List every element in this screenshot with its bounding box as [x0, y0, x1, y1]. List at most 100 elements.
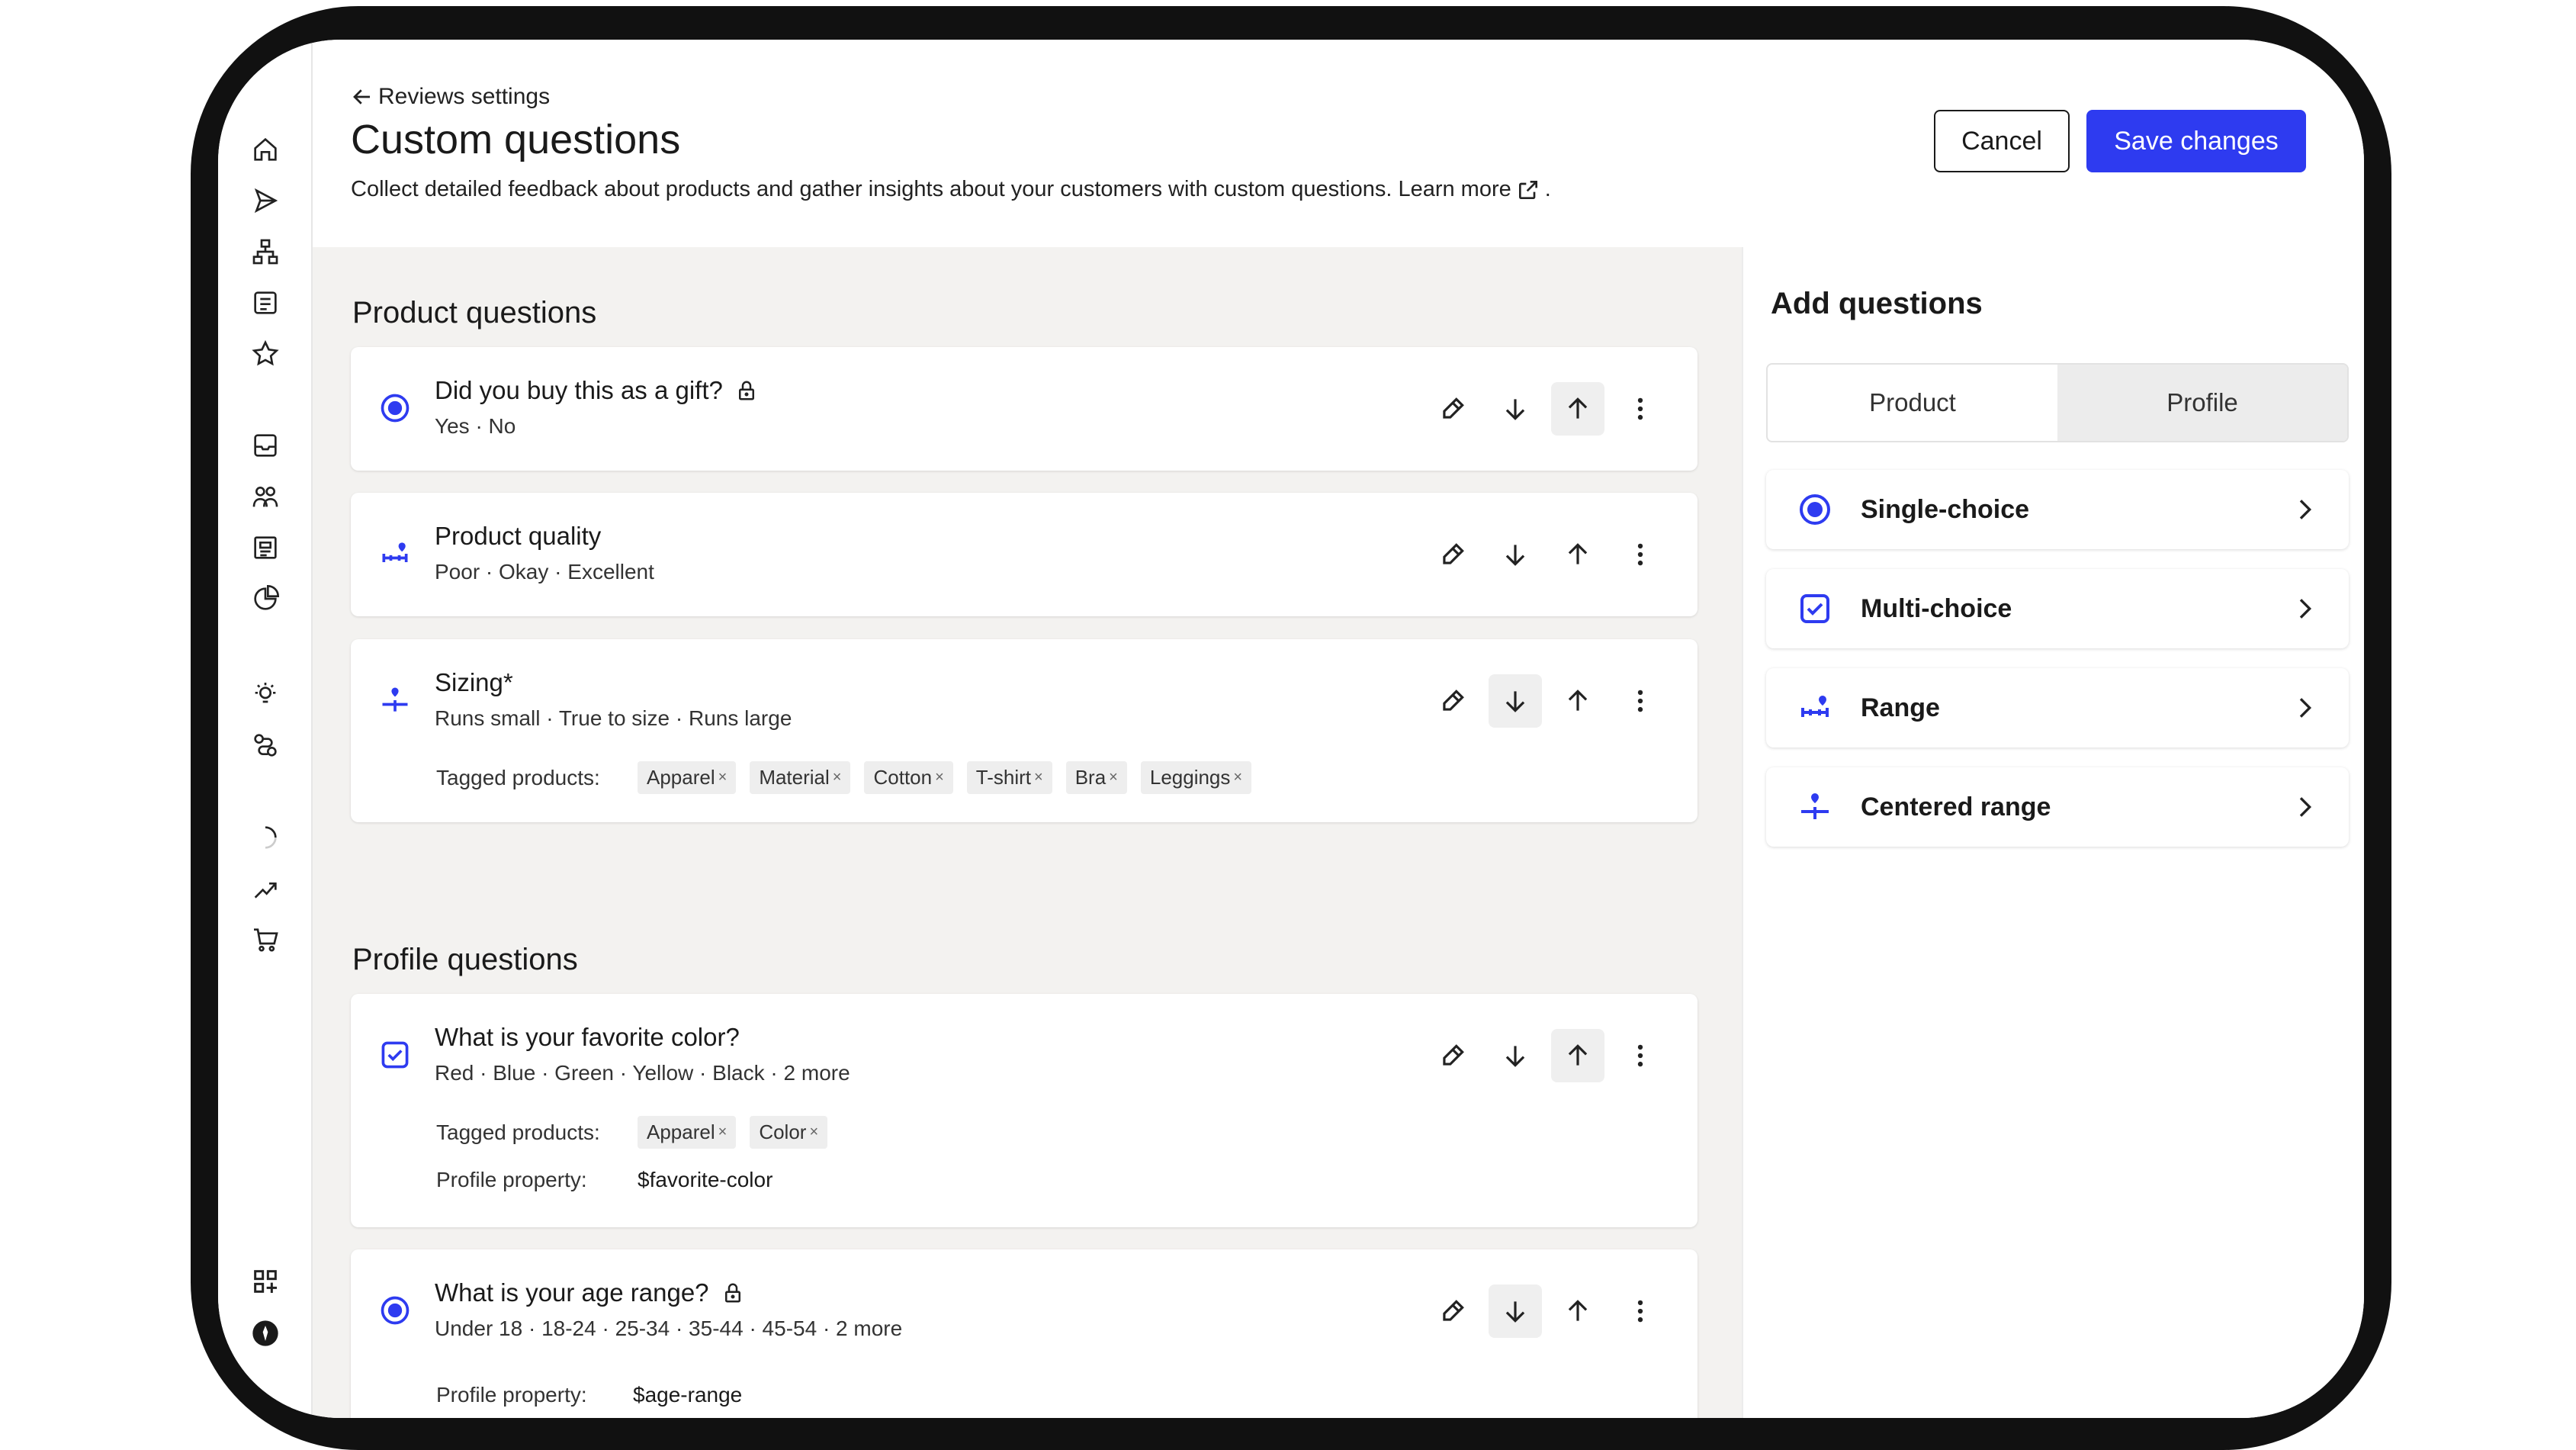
- chevron-right-icon: [2289, 792, 2320, 822]
- tag[interactable]: Cotton ×: [864, 761, 953, 794]
- external-link-icon[interactable]: [1516, 178, 1540, 202]
- arrow-up-icon: [1568, 543, 1588, 564]
- type-label: Range: [1861, 693, 1940, 722]
- remove-tag-icon[interactable]: ×: [935, 769, 944, 786]
- pencil-icon: [1443, 690, 1464, 711]
- edit-button[interactable]: [1426, 674, 1479, 728]
- move-up-button[interactable]: [1551, 674, 1604, 728]
- question-card: Sizing* Runs small · True to size · Runs…: [351, 639, 1698, 822]
- remove-tag-icon[interactable]: ×: [1109, 769, 1118, 786]
- edit-button[interactable]: [1426, 1284, 1479, 1338]
- tag-label: Material: [759, 766, 830, 789]
- more-options-button[interactable]: [1614, 1284, 1667, 1338]
- star-icon[interactable]: [247, 336, 284, 372]
- question-options: Poor · Okay · Excellent: [435, 560, 654, 584]
- remove-tag-icon[interactable]: ×: [718, 769, 728, 786]
- pencil-icon: [1443, 1300, 1464, 1321]
- tag-list: Apparel × Material × Cotton × T-shirt × Bra ×…: [638, 761, 1252, 794]
- inbox-icon[interactable]: [247, 427, 284, 464]
- description-end: .: [1544, 177, 1551, 201]
- more-options-button[interactable]: [1614, 1029, 1667, 1082]
- add-single-choice-button[interactable]: Single-choice: [1766, 470, 2349, 549]
- arrow-down-icon: [1505, 1046, 1525, 1067]
- question-title-text: What is your age range?: [435, 1278, 709, 1307]
- move-up-button[interactable]: [1551, 1284, 1604, 1338]
- move-down-button[interactable]: [1489, 528, 1542, 581]
- question-title: Product quality: [435, 522, 601, 551]
- cancel-button[interactable]: Cancel: [1934, 110, 2070, 172]
- tag-list: Apparel × Color ×: [638, 1116, 828, 1149]
- trend-icon[interactable]: [247, 870, 284, 907]
- analytics-icon[interactable]: [247, 580, 284, 617]
- question-actions: [1426, 528, 1667, 581]
- more-options-button[interactable]: [1614, 674, 1667, 728]
- add-range-button[interactable]: Range: [1766, 668, 2349, 748]
- question-actions: [1426, 1284, 1667, 1338]
- question-title-text: Sizing*: [435, 668, 513, 696]
- add-centered-range-button[interactable]: Centered range: [1766, 767, 2349, 847]
- audience-icon[interactable]: [247, 478, 284, 515]
- move-down-button[interactable]: [1489, 1029, 1542, 1082]
- more-options-button[interactable]: [1614, 382, 1667, 436]
- account-icon[interactable]: [247, 1315, 284, 1352]
- edit-button[interactable]: [1426, 528, 1479, 581]
- tag[interactable]: Apparel ×: [638, 761, 737, 794]
- tag[interactable]: Bra ×: [1065, 761, 1127, 794]
- edit-button[interactable]: [1426, 1029, 1479, 1082]
- remove-tag-icon[interactable]: ×: [1034, 769, 1043, 786]
- question-type-tabs: Product Profile: [1766, 363, 2349, 442]
- move-down-button[interactable]: [1489, 1284, 1542, 1338]
- arrow-down-icon: [1505, 1301, 1525, 1323]
- cart-icon[interactable]: [247, 921, 284, 958]
- chevron-right-icon: [2289, 494, 2320, 525]
- tab-product[interactable]: Product: [1768, 365, 2057, 441]
- question-title-text: Product quality: [435, 522, 602, 550]
- pencil-icon: [1443, 397, 1464, 419]
- page-title: Custom questions: [351, 117, 681, 162]
- radio-icon: [1797, 491, 1833, 528]
- tag[interactable]: T-shirt ×: [966, 761, 1052, 794]
- tag[interactable]: Apparel ×: [638, 1116, 737, 1149]
- save-changes-button[interactable]: Save changes: [2086, 110, 2306, 172]
- chevron-right-icon: [2289, 693, 2320, 723]
- edit-button[interactable]: [1426, 382, 1479, 436]
- question-title: What is your age range?: [435, 1278, 744, 1307]
- tab-profile[interactable]: Profile: [2057, 365, 2347, 441]
- range-icon: [378, 537, 412, 571]
- profile-questions-title: Profile questions: [352, 943, 578, 976]
- lightbulb-icon[interactable]: [247, 676, 284, 712]
- pencil-icon: [1443, 1044, 1464, 1066]
- move-up-button[interactable]: [1551, 1029, 1604, 1082]
- remove-tag-icon[interactable]: ×: [833, 769, 842, 786]
- move-up-button[interactable]: [1551, 382, 1604, 436]
- flow-icon[interactable]: [247, 233, 284, 270]
- tag[interactable]: Material ×: [750, 761, 851, 794]
- move-down-button[interactable]: [1489, 382, 1542, 436]
- tag-label: T-shirt: [975, 766, 1032, 789]
- add-multi-choice-button[interactable]: Multi-choice: [1766, 569, 2349, 648]
- tag[interactable]: Color ×: [750, 1116, 828, 1149]
- integrations-icon[interactable]: [247, 727, 284, 764]
- remove-tag-icon[interactable]: ×: [809, 1124, 818, 1141]
- apps-icon[interactable]: [247, 1263, 284, 1300]
- question-card: Product quality Poor · Okay · Excellent: [351, 493, 1698, 616]
- home-icon[interactable]: [247, 131, 284, 168]
- remove-tag-icon[interactable]: ×: [1233, 769, 1242, 786]
- move-up-button[interactable]: [1551, 528, 1604, 581]
- tag-label: Apparel: [647, 1120, 715, 1143]
- tag[interactable]: Leggings ×: [1140, 761, 1252, 794]
- question-options: Yes · No: [435, 414, 516, 438]
- send-icon[interactable]: [247, 182, 284, 219]
- radio-icon: [378, 391, 412, 425]
- question-title-text: Did you buy this as a gift?: [435, 376, 723, 404]
- question-title: Did you buy this as a gift?: [435, 376, 758, 405]
- content-icon[interactable]: [247, 529, 284, 566]
- question-card: What is your age range? Under 18 · 18-24…: [351, 1249, 1698, 1418]
- product-questions-title: Product questions: [352, 296, 597, 330]
- remove-tag-icon[interactable]: ×: [718, 1124, 728, 1141]
- move-down-button[interactable]: [1489, 674, 1542, 728]
- more-options-button[interactable]: [1614, 528, 1667, 581]
- arrow-up-icon: [1568, 397, 1588, 419]
- back-link[interactable]: Reviews settings: [351, 84, 550, 110]
- list-icon[interactable]: [247, 285, 284, 321]
